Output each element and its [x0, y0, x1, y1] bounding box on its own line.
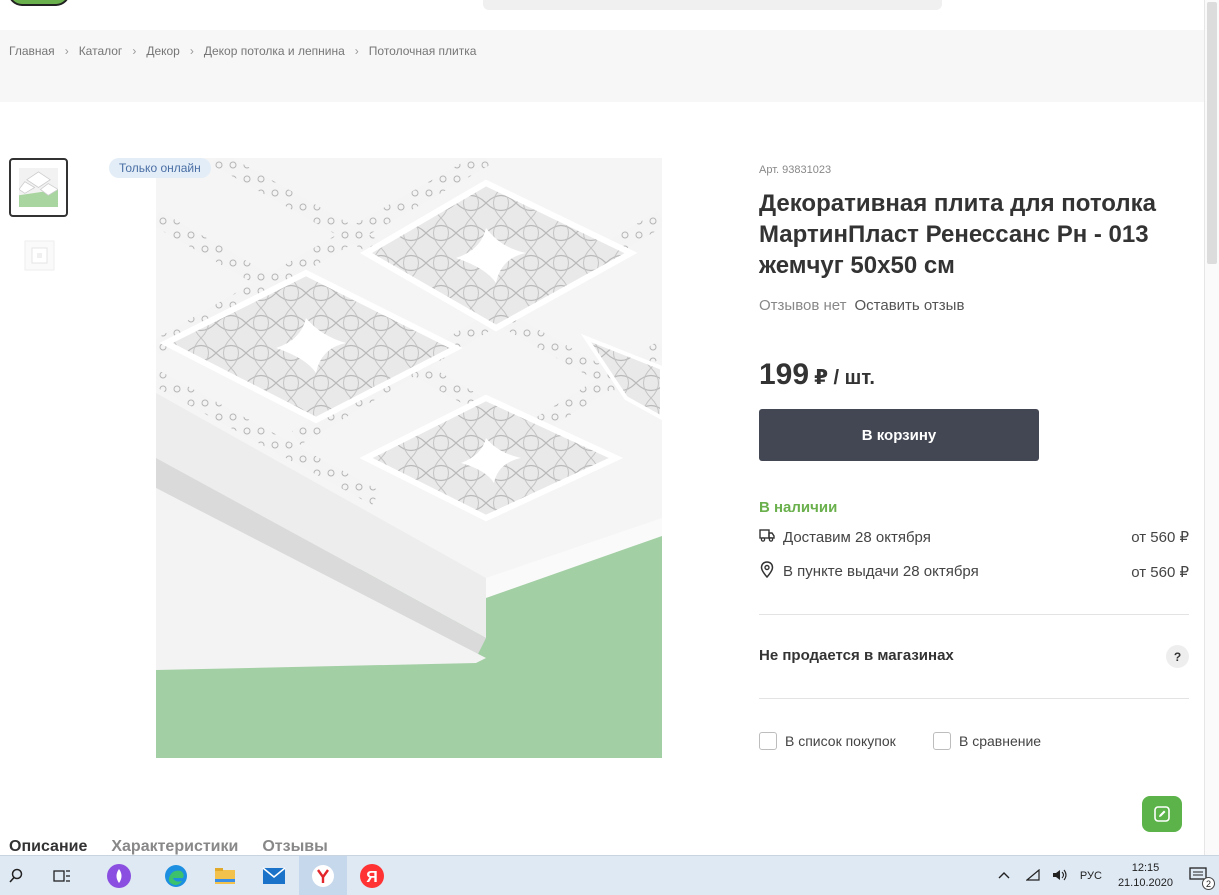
add-to-shopping-list-checkbox[interactable]: В список покупок — [759, 732, 896, 750]
feedback-button[interactable] — [1142, 796, 1182, 832]
checkbox-icon[interactable] — [933, 732, 951, 750]
breadcrumb-item-ceiling-tiles[interactable]: Потолочная плитка — [369, 44, 477, 58]
breadcrumb-item-home[interactable]: Главная — [9, 44, 55, 58]
chevron-up-icon[interactable] — [998, 870, 1010, 882]
svg-text:Я: Я — [366, 869, 378, 886]
price-unit: ₽ / шт. — [814, 367, 875, 389]
chevron-right-icon: › — [64, 44, 69, 58]
delivery-pickup-label: В пункте выдачи 28 октября — [783, 563, 979, 580]
mail-icon[interactable] — [250, 856, 298, 895]
divider — [759, 614, 1189, 615]
tab-specifications[interactable]: Характеристики — [111, 838, 238, 856]
edit-icon — [1154, 806, 1170, 822]
compare-label: В сравнение — [959, 733, 1042, 749]
task-view-icon[interactable] — [38, 856, 86, 895]
notification-center-icon[interactable]: 2 — [1189, 866, 1215, 890]
product-main-image[interactable] — [156, 158, 662, 758]
system-tray: РУС 12:15 21.10.2020 2 — [988, 856, 1219, 895]
divider — [759, 698, 1189, 699]
product-title: Декоративная плита для потолка МартинПла… — [759, 190, 1156, 279]
checkbox-icon[interactable] — [759, 732, 777, 750]
ceiling-tile-photo — [156, 158, 662, 758]
breadcrumb-item-decor[interactable]: Декор — [146, 44, 180, 58]
volume-icon[interactable] — [1052, 869, 1068, 884]
ceiling-tile-thumbnail-image — [19, 168, 58, 207]
clock-time: 12:15 — [1131, 862, 1160, 874]
breadcrumb: Главная › Каталог › Декор › Декор потолк… — [9, 44, 476, 58]
breadcrumb-item-ceiling-decor[interactable]: Декор потолка и лепнина — [204, 44, 345, 58]
clock-date: 21.10.2020 — [1117, 877, 1173, 889]
tab-description[interactable]: Описание — [9, 838, 87, 856]
delivery-courier-label: Доставим 28 октября — [783, 528, 931, 546]
article-number: Арт. 93831023 — [759, 164, 832, 176]
network-icon[interactable] — [1025, 868, 1040, 884]
add-to-compare-checkbox[interactable]: В сравнение — [933, 732, 1041, 750]
product-tabs: Описание Характеристики Отзывы — [9, 838, 352, 856]
windows-taskbar: Я РУС 12:15 21.10.2020 2 — [0, 855, 1219, 895]
scrollbar-thumb[interactable] — [1207, 2, 1217, 264]
stock-status: В наличии — [759, 499, 838, 516]
breadcrumb-item-catalog[interactable]: Каталог — [79, 44, 123, 58]
ceiling-tile-thumbnail-image — [24, 240, 55, 271]
price-value: 199 — [759, 358, 810, 391]
reviews-row: Отзывов нет Оставить отзыв — [759, 297, 964, 314]
shopping-list-label: В список покупок — [785, 733, 896, 749]
yandex-browser-icon[interactable] — [299, 856, 347, 895]
online-only-badge: Только онлайн — [109, 158, 211, 178]
search-bar[interactable] — [483, 0, 942, 10]
chevron-right-icon: › — [132, 44, 137, 58]
not-sold-in-stores-label: Не продается в магазинах — [759, 647, 954, 664]
yandex-icon[interactable]: Я — [348, 856, 396, 895]
help-icon[interactable]: ? — [1166, 645, 1189, 668]
delivery-pickup-cost: от 560 ₽ — [1131, 563, 1189, 581]
scrollbar[interactable] — [1204, 0, 1219, 855]
breadcrumb-bar: Главная › Каталог › Декор › Декор потолк… — [0, 30, 1204, 102]
thumbnail-2[interactable] — [22, 238, 57, 273]
edge-browser-icon[interactable] — [152, 856, 200, 895]
reviews-count: Отзывов нет — [759, 297, 847, 314]
delivery-courier-cost: от 560 ₽ — [1131, 529, 1189, 546]
chevron-right-icon: › — [354, 44, 359, 58]
delivery-courier-row: Доставим 28 октября от 560 ₽ — [759, 528, 1189, 546]
chevron-right-icon: › — [189, 44, 194, 58]
clock[interactable]: 12:15 21.10.2020 — [1118, 861, 1173, 891]
site-logo[interactable] — [8, 0, 70, 6]
location-pin-icon — [759, 561, 775, 582]
search-icon[interactable] — [0, 856, 40, 895]
input-language[interactable]: РУС — [1080, 870, 1102, 882]
file-explorer-icon[interactable] — [201, 856, 249, 895]
delivery-pickup-row: В пункте выдачи 28 октября от 560 ₽ — [759, 561, 1189, 582]
truck-icon — [759, 528, 775, 546]
thumbnail-1[interactable] — [9, 158, 68, 217]
price: 199 ₽ / шт. — [759, 358, 875, 392]
notification-count: 2 — [1202, 876, 1215, 890]
alice-assistant-icon[interactable] — [95, 856, 143, 895]
leave-review-link[interactable]: Оставить отзыв — [854, 297, 964, 314]
tab-reviews[interactable]: Отзывы — [262, 838, 327, 856]
add-to-cart-button[interactable]: В корзину — [759, 409, 1039, 461]
